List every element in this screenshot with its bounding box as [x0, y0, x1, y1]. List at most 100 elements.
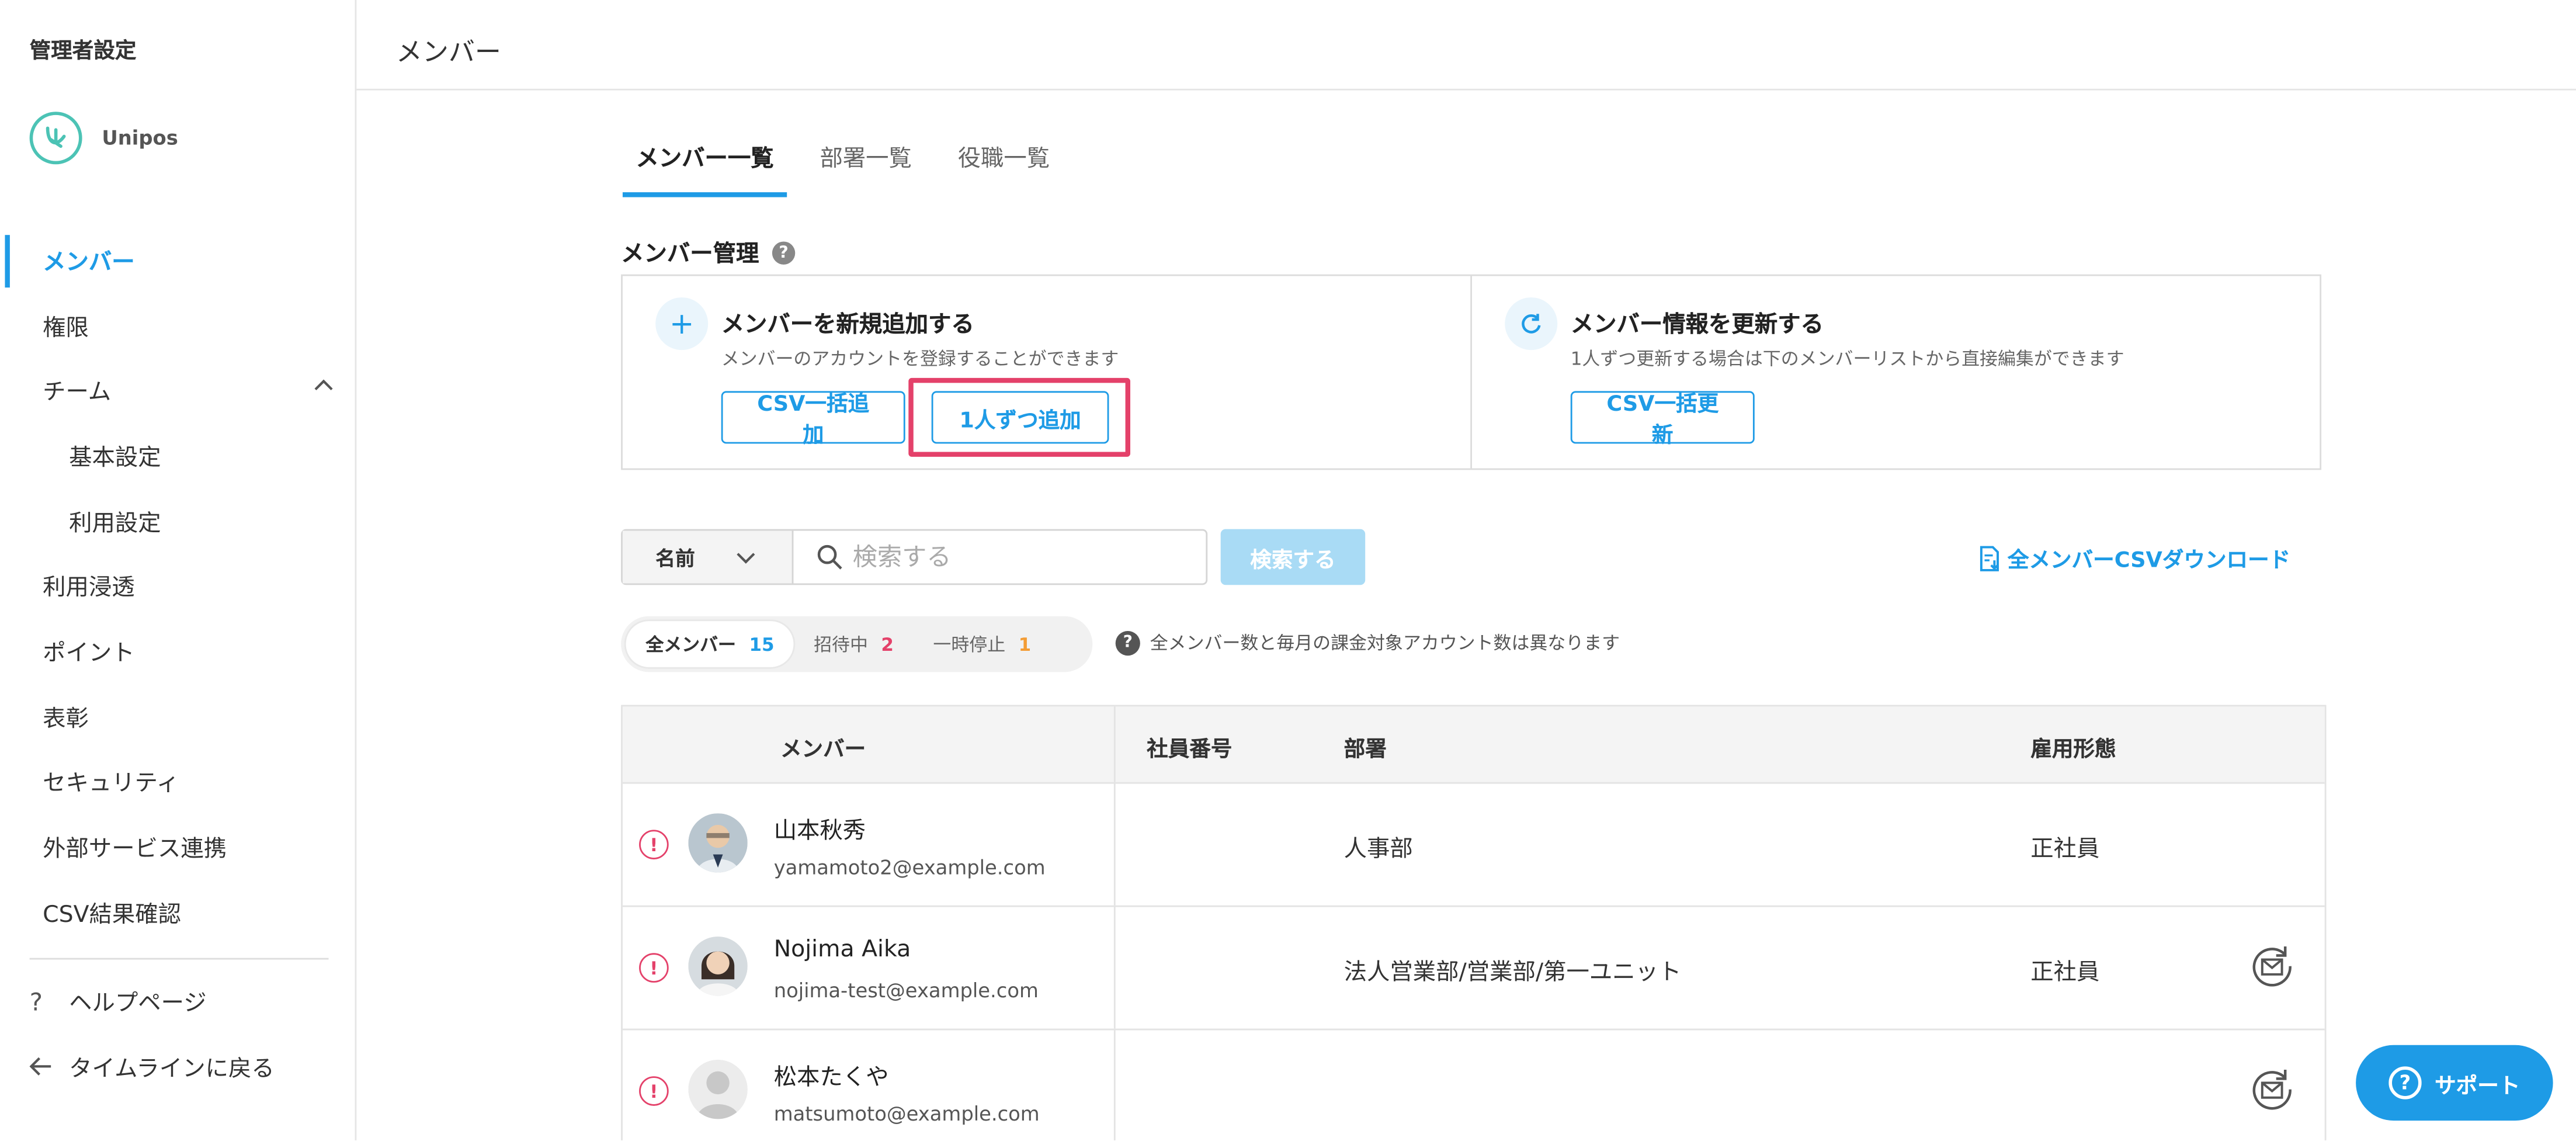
- top-header: メンバー: [356, 0, 2576, 91]
- search-input-wrap: [793, 530, 1206, 583]
- update-member-panel: メンバー情報を更新する 1人ずつ更新する場合は下のメンバーリストから直接編集がで…: [1470, 276, 2320, 469]
- unipos-logo-icon: [29, 112, 82, 165]
- plus-icon: +: [655, 297, 709, 351]
- help-icon[interactable]: ?: [772, 241, 796, 265]
- update-member-title: メンバー情報を更新する: [1570, 312, 1824, 339]
- avatar: [688, 937, 748, 996]
- member-name: 松本たくや: [773, 1064, 889, 1091]
- sidebar-item-team-basic-settings[interactable]: 基本設定: [0, 424, 356, 490]
- filter-suspended[interactable]: 一時停止 1: [914, 621, 1051, 667]
- arrow-left-icon: [29, 1053, 56, 1083]
- org-logo: Unipos: [29, 112, 178, 165]
- member-management-panel: + メンバーを新規追加する メンバーのアカウントを登録することができます CSV…: [621, 274, 2322, 470]
- help-icon[interactable]: ?: [1115, 630, 1140, 655]
- table-row[interactable]: ! 松本たくや matsumoto@example.com: [623, 1030, 2325, 1140]
- member-email: matsumoto@example.com: [773, 1102, 1040, 1126]
- add-member-title: メンバーを新規追加する: [721, 312, 974, 339]
- table-row[interactable]: ! Nojima Aika nojima-test@example.com 法人…: [622, 907, 2325, 1031]
- sidebar-item-team[interactable]: チーム: [0, 359, 356, 424]
- avatar: [688, 813, 748, 873]
- page-title: メンバー: [395, 36, 501, 68]
- sidebar-item-integrations[interactable]: 外部サービス連携: [0, 816, 356, 881]
- sidebar-item-csv-results[interactable]: CSV結果確認: [0, 880, 356, 946]
- search-input[interactable]: [852, 542, 1182, 572]
- tab-department-list[interactable]: 部署一覧: [820, 128, 912, 197]
- member-name: Nojima Aika: [773, 937, 911, 963]
- sidebar-item-label: 利用設定: [69, 510, 161, 537]
- update-member-description: 1人ずつ更新する場合は下のメンバーリストから直接編集ができます: [1570, 348, 2124, 370]
- sidebar-item-label: ポイント: [43, 640, 135, 667]
- column-divider: [1113, 1030, 1116, 1140]
- support-label: サポート: [2435, 1073, 2521, 1099]
- billing-note: ? 全メンバー数と毎月の課金対象アカウント数は異なります: [1115, 629, 1620, 656]
- question-icon: ?: [29, 987, 43, 1017]
- sidebar-item-label: 権限: [43, 314, 89, 341]
- column-divider: [1113, 907, 1116, 1029]
- help-page-label: ヘルプページ: [69, 990, 207, 1017]
- sidebar-item-label: 外部サービス連携: [43, 836, 227, 863]
- tab-position-list[interactable]: 役職一覧: [958, 128, 1050, 197]
- sidebar-item-permissions[interactable]: 権限: [0, 294, 356, 359]
- filter-label: 招待中: [814, 634, 868, 656]
- support-button[interactable]: ? サポート: [2356, 1045, 2553, 1121]
- resend-invitation-icon[interactable]: [2249, 1066, 2295, 1112]
- member-name: 山本秋秀: [773, 818, 866, 845]
- chevron-up-icon: [314, 380, 333, 391]
- sidebar-item-awards[interactable]: 表彰: [0, 685, 356, 750]
- back-to-timeline-link[interactable]: タイムラインに戻る: [29, 1052, 275, 1084]
- sidebar-item-points[interactable]: ポイント: [0, 620, 356, 685]
- sidebar-item-team-usage-settings[interactable]: 利用設定: [0, 489, 356, 554]
- column-header-employment-type: 雇用形態: [2030, 737, 2116, 762]
- search-field-select[interactable]: 名前: [622, 530, 794, 584]
- table-row[interactable]: ! 山本秋秀 yamamoto2@example.com 人事部 正社員: [622, 783, 2325, 907]
- highlight-frame: [908, 377, 1130, 457]
- sidebar-item-usage-penetration[interactable]: 利用浸透: [0, 554, 356, 620]
- column-header-member: メンバー: [780, 737, 866, 762]
- csv-bulk-add-button[interactable]: CSV一括追加: [721, 391, 905, 449]
- resend-invitation-icon[interactable]: [2249, 943, 2295, 989]
- member-management-label: メンバー管理: [621, 241, 759, 268]
- member-management-title: メンバー管理 ?: [621, 237, 796, 269]
- filter-count: 2: [881, 633, 894, 655]
- chevron-down-icon: [737, 553, 755, 564]
- column-divider: [1113, 783, 1116, 906]
- sidebar: 管理者設定 Unipos メンバー 権限 チーム 基本設定 利用設定 利用浸透 …: [0, 0, 357, 1140]
- warning-icon[interactable]: !: [639, 1076, 669, 1106]
- csv-download-label: 全メンバーCSVダウンロード: [2007, 549, 2291, 574]
- csv-bulk-update-button[interactable]: CSV一括更新: [1570, 391, 1755, 449]
- sidebar-item-label: チーム: [43, 380, 112, 407]
- sidebar-divider: [29, 958, 329, 960]
- warning-icon[interactable]: !: [639, 953, 669, 983]
- sidebar-item-label: 利用浸透: [43, 575, 135, 602]
- sidebar-item-label: セキュリティ: [43, 771, 180, 798]
- csv-download-link[interactable]: 全メンバーCSVダウンロード: [1978, 542, 2291, 574]
- sidebar-item-label: 表彰: [43, 706, 89, 733]
- sidebar-item-member[interactable]: メンバー: [0, 228, 356, 294]
- sidebar-item-label: CSV結果確認: [43, 901, 182, 928]
- search-box: 名前: [621, 529, 1208, 585]
- billing-note-text: 全メンバー数と毎月の課金対象アカウント数は異なります: [1150, 632, 1620, 654]
- filter-label: 一時停止: [933, 634, 1006, 656]
- sidebar-item-security[interactable]: セキュリティ: [0, 750, 356, 816]
- sidebar-item-label: メンバー: [43, 249, 135, 276]
- member-department: 人事部: [1343, 836, 1413, 863]
- org-name: Unipos: [102, 126, 178, 150]
- sidebar-item-label: 基本設定: [69, 445, 161, 471]
- search-button[interactable]: 検索する: [1220, 529, 1366, 585]
- help-page-link[interactable]: ? ヘルプページ: [30, 986, 207, 1019]
- tab-member-list[interactable]: メンバー一覧: [622, 128, 787, 197]
- member-employment-type: 正社員: [2030, 959, 2100, 986]
- sidebar-title: 管理者設定: [29, 39, 137, 64]
- member-email: yamamoto2@example.com: [773, 856, 1046, 879]
- filter-all-members[interactable]: 全メンバー 15: [626, 621, 794, 667]
- warning-icon[interactable]: !: [639, 830, 669, 859]
- filter-invited[interactable]: 招待中 2: [794, 621, 913, 667]
- member-employment-type: 正社員: [2030, 836, 2100, 863]
- question-icon: ?: [2388, 1066, 2422, 1100]
- search-field-value: 名前: [655, 546, 695, 570]
- member-table: メンバー 社員番号 部署 雇用形態 ! 山本秋秀 yamamoto2@examp…: [621, 705, 2327, 1140]
- sidebar-nav: メンバー 権限 チーム 基本設定 利用設定 利用浸透 ポイント 表彰 セキュリテ…: [0, 228, 356, 946]
- file-download-icon: [1980, 545, 1999, 571]
- column-divider: [1113, 706, 1116, 782]
- table-header: メンバー 社員番号 部署 雇用形態: [622, 706, 2325, 784]
